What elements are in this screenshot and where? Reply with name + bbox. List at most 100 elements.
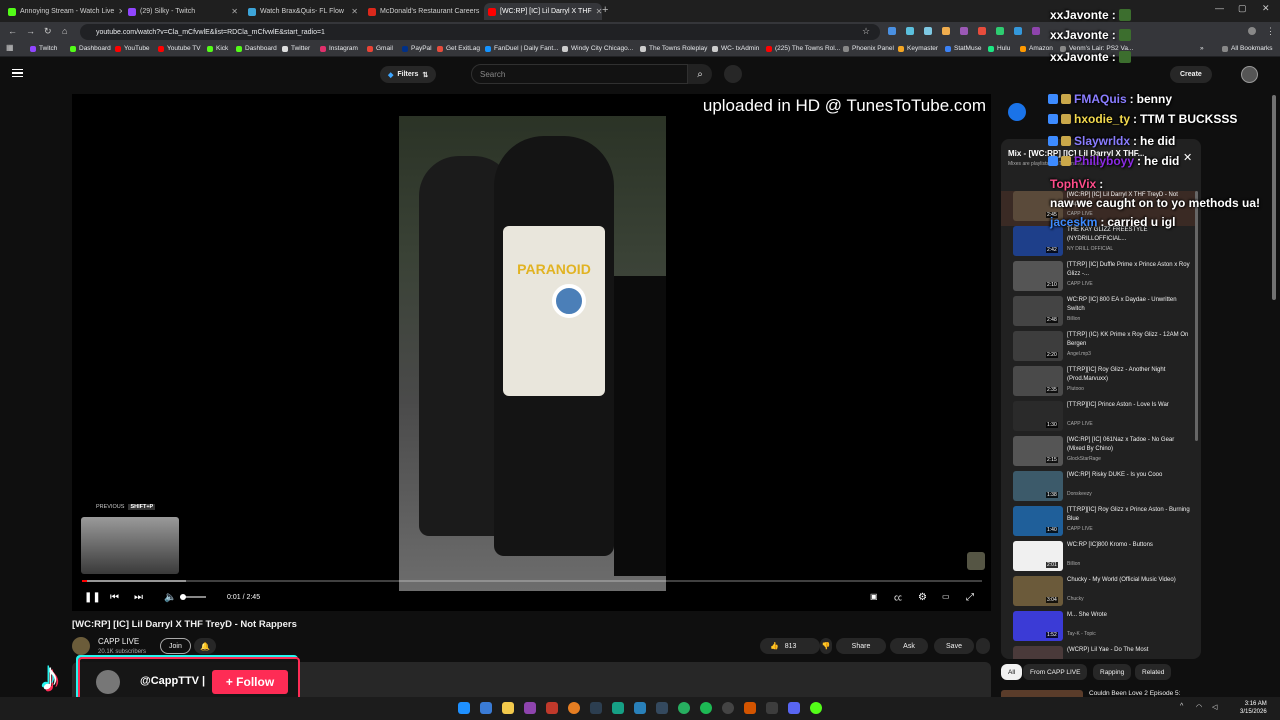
playlist-item[interactable]: 1:30 [TT:RP][IC] Prince Aston - Love Is W… (1013, 401, 1193, 436)
close-tab-icon[interactable]: ✕ (231, 7, 238, 16)
bookmark[interactable]: Dashboard (236, 45, 277, 52)
channel-avatar[interactable] (72, 637, 90, 655)
bookmark[interactable]: Keymaster (898, 45, 938, 52)
file-explorer-icon[interactable] (502, 702, 514, 714)
settings-gear-icon[interactable]: ⚙ (918, 592, 927, 603)
bookmark[interactable]: FanDuel | Daily Fant... (485, 45, 559, 52)
browser-menu-icon[interactable]: ⋮ (1266, 26, 1275, 37)
create-button[interactable]: Create (1170, 66, 1212, 83)
apps-grid-icon[interactable]: ▦ (6, 43, 14, 52)
notification-bell-button[interactable]: 🔔 (194, 638, 216, 654)
playlist-item[interactable]: (WCRP) Lil Yae - Do The Most (1013, 646, 1193, 659)
ai-assistant-icon[interactable] (1008, 103, 1026, 121)
extension-icon[interactable] (906, 27, 914, 35)
voice-search-button[interactable] (724, 65, 742, 83)
playlist-item[interactable]: 2:01 WC:RP [IC]800 Kromo - Buttons Billion (1013, 541, 1193, 576)
close-window-icon[interactable]: ✕ (1262, 3, 1270, 14)
extension-icon[interactable] (960, 27, 968, 35)
taskbar-app-icon[interactable] (480, 702, 492, 714)
extension-icon[interactable] (888, 27, 896, 35)
playlist-item[interactable]: 3:04 Chucky - My World (Official Music Vi… (1013, 576, 1193, 611)
like-button[interactable]: 👍 813 (760, 638, 820, 654)
taskbar-app-icon[interactable] (766, 702, 778, 714)
new-tab-icon[interactable]: + (602, 4, 608, 16)
share-button[interactable]: Share (836, 638, 886, 654)
bookmark[interactable]: Hulu (988, 45, 1010, 52)
playlist-scrollbar[interactable] (1195, 191, 1198, 441)
extension-icon[interactable] (942, 27, 950, 35)
join-button[interactable]: Join (160, 638, 191, 654)
home-icon[interactable]: ⌂ (62, 26, 67, 36)
playlist-item[interactable]: 1:38 [WC:RP] Risky DUKE - Is you Cooo Dons… (1013, 471, 1193, 506)
taskbar-app-icon[interactable] (612, 702, 624, 714)
bookmark[interactable]: Instagram (320, 45, 358, 52)
bookmark[interactable]: (225) The Towns Rol... (766, 45, 840, 52)
all-bookmarks[interactable]: All Bookmarks (1222, 45, 1273, 52)
bookmark[interactable]: StatMuse (945, 45, 981, 52)
browser-tab-active[interactable]: [WC:RP] [IC] Lil Darryl X THF ✕ (484, 3, 602, 20)
playlist-item[interactable]: 2:10 [TT:RP] [IC] Duffle Prime x Prince A… (1013, 261, 1193, 296)
taskbar-app-icon[interactable] (524, 702, 536, 714)
back-icon[interactable]: ← (8, 26, 17, 36)
playlist-item[interactable]: 2:35 [TT:RP][IC] Roy Glizz - Another Nigh… (1013, 366, 1193, 401)
browser-tab[interactable]: (29) Silky - Twitch ✕ (124, 3, 242, 20)
volume-icon[interactable]: 🔈 (164, 592, 176, 603)
bookmark[interactable]: WC- txAdmin (712, 45, 759, 52)
pause-icon[interactable]: ❚❚ (84, 592, 101, 603)
filters-button[interactable]: ◆ Filters ⇅ (380, 66, 437, 83)
playlist-item[interactable]: 1:40 [TT:RP][IC] Roy Glizz x Prince Aston… (1013, 506, 1193, 541)
start-windows-icon[interactable] (458, 702, 470, 714)
close-tab-icon[interactable]: ✕ (351, 7, 358, 16)
taskbar-app-icon[interactable] (744, 702, 756, 714)
previous-icon[interactable]: ⏮ (110, 592, 119, 603)
close-tab-icon[interactable]: ✕ (118, 7, 122, 16)
playlist-item[interactable]: 2:20 [TT:RP] (IC) KK Prime x Roy Glizz - … (1013, 331, 1193, 366)
close-playlist-icon[interactable]: ✕ (1183, 151, 1192, 164)
bookmark[interactable]: Kick (207, 45, 228, 52)
browser-tab[interactable]: Watch Brax&Quis- FL Flow ✕ (244, 3, 362, 20)
bookmark[interactable]: Youtube TV (158, 45, 201, 52)
taskbar-app-icon[interactable] (590, 702, 602, 714)
extension-icon[interactable] (924, 27, 932, 35)
volume-tray-icon[interactable]: ◁ (1212, 703, 1217, 711)
search-input[interactable]: Search (471, 64, 688, 84)
bookmark[interactable]: YouTube (115, 45, 150, 52)
maximize-icon[interactable]: ▢ (1238, 3, 1247, 14)
chrome-icon[interactable] (568, 702, 580, 714)
bookmark[interactable]: PayPal (402, 45, 432, 52)
ai-ask-icon[interactable]: ▣ (870, 592, 878, 601)
more-actions-button[interactable] (976, 638, 990, 654)
bookmark-star-icon[interactable]: ☆ (862, 26, 870, 37)
playlist-item[interactable]: 2:42 THE KAY GLIZZ FREESTYLE (NYDRILLOFFI… (1013, 226, 1193, 261)
taskbar-app-icon[interactable] (810, 702, 822, 714)
reload-icon[interactable]: ↻ (44, 26, 52, 37)
save-button[interactable]: Save (934, 638, 974, 654)
more-bookmarks-icon[interactable]: » (1200, 45, 1204, 52)
extension-icon[interactable] (978, 27, 986, 35)
bookmark[interactable]: Dashboard (70, 45, 111, 52)
next-icon[interactable]: ⏭ (134, 592, 143, 603)
account-avatar[interactable] (1241, 66, 1258, 83)
playlist-item[interactable]: 1:52 M... She Wrote Tay-K - Topic (1013, 611, 1193, 646)
bookmark[interactable]: Phoenix Panel (843, 45, 894, 52)
menu-hamburger-icon[interactable] (12, 69, 23, 77)
browser-tab[interactable]: McDonald's Restaurant Careers ✕ (364, 3, 482, 20)
progress-bar[interactable] (82, 580, 982, 582)
taskbar-app-icon[interactable] (656, 702, 668, 714)
captions-icon[interactable]: ㏄ (894, 592, 902, 603)
bookmark[interactable]: Windy City Chicago... (562, 45, 633, 52)
extension-icon[interactable] (1014, 27, 1022, 35)
spotify-icon[interactable] (700, 702, 712, 714)
dislike-button[interactable]: 👎 (820, 638, 832, 654)
chip-from-channel[interactable]: From CAPP LIVE (1023, 664, 1088, 680)
taskbar-clock[interactable]: 3:16 AM 3/15/2026 (1240, 700, 1267, 716)
search-button[interactable]: ⌕ (688, 64, 712, 84)
playlist-item[interactable]: 2:48 WC:RP [IC] 800 EA x Daydae - Unwritt… (1013, 296, 1193, 331)
chip-all[interactable]: All (1001, 664, 1023, 680)
profile-avatar-icon[interactable] (1248, 27, 1256, 35)
page-scrollbar[interactable] (1272, 95, 1276, 300)
address-bar[interactable]: youtube.com/watch?v=Cla_mCfvwlE&list=RDC… (80, 24, 880, 40)
taskbar-app-icon[interactable] (678, 702, 690, 714)
tray-chevron-icon[interactable]: ^ (1180, 703, 1183, 710)
bookmark[interactable]: The Towns Roleplay (640, 45, 707, 52)
